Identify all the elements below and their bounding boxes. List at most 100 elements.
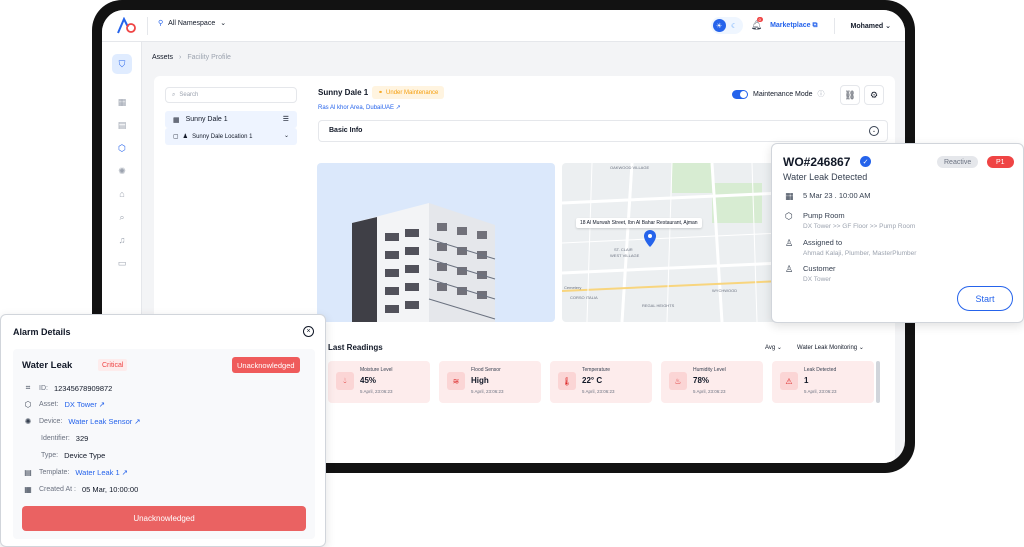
marketplace-link[interactable]: Marketplace ⧉: [770, 22, 817, 30]
waves-icon: ≋: [447, 372, 465, 390]
work-order-type-badge: Reactive: [937, 156, 979, 168]
notifications-bell-icon[interactable]: 🔔︎ 0: [751, 17, 763, 31]
location-map[interactable]: 18 Al Murwah Street, Ibn Al Bahar Restau…: [562, 163, 782, 322]
search-placeholder: Search: [179, 92, 199, 98]
chevron-right-icon: ›: [179, 54, 182, 61]
alarm-type-row: Type: Device Type: [41, 451, 106, 460]
building-illustration: [352, 203, 496, 322]
map-place-label: ST. CLAIR: [614, 247, 633, 252]
home-icon[interactable]: ⌂: [112, 184, 132, 204]
work-order-date: ▦ 5 Mar 23 . 10:00 AM: [785, 191, 871, 201]
readings-scrollbar[interactable]: [876, 361, 880, 403]
bell-outline-icon[interactable]: ♫: [112, 230, 132, 250]
alarm-identifier-row: Identifier: 329: [41, 434, 89, 443]
person-icon: ♙: [785, 238, 794, 248]
menu-icon[interactable]: ☰: [283, 115, 289, 123]
basic-info-section[interactable]: Basic Info ⌄: [318, 120, 888, 142]
notification-count-badge: 0: [756, 17, 763, 22]
chip-icon: ✺: [24, 417, 32, 426]
unlink-button[interactable]: ⛓: [840, 85, 860, 105]
document-icon[interactable]: ▭: [112, 253, 132, 273]
tree-search-input[interactable]: ⌕ Search: [165, 87, 297, 103]
shield-icon[interactable]: ⛉: [112, 54, 132, 74]
map-place-label: CORSO ITALIA: [570, 295, 598, 300]
calendar-icon: ▦: [785, 191, 794, 201]
monitoring-select[interactable]: Water Leak Monitoring ⌄: [797, 344, 864, 351]
asset-title: Sunny Dale 1: [318, 88, 369, 97]
unacknowledged-button[interactable]: Unacknowledged: [22, 506, 306, 531]
start-button[interactable]: Start: [957, 286, 1013, 311]
namespace-label: All Namespace: [168, 19, 216, 27]
alarm-title: Water Leak: [22, 360, 73, 371]
thermometer-icon: 🌡︎: [558, 372, 576, 390]
map-place-label: REGAL HEIGHTS: [642, 303, 675, 308]
alarm-device-row: ✺ Device: Water Leak Sensor ↗: [24, 417, 141, 426]
alarm-created-row: ▦ Created At : 05 Mar, 10:00:00: [24, 485, 139, 494]
work-order-card: WO#246867 ✓ Reactive P1 Water Leak Detec…: [771, 143, 1024, 323]
breadcrumb-assets[interactable]: Assets: [152, 54, 173, 61]
template-icon: ▤: [24, 468, 32, 477]
device-link[interactable]: Water Leak Sensor ↗: [68, 417, 140, 426]
search-doc-icon[interactable]: ⌕: [112, 207, 132, 227]
cube-icon[interactable]: ⬡: [112, 138, 132, 158]
user-menu[interactable]: Mohamed ⌄: [851, 22, 892, 30]
status-badge: ⚭ Under Maintenance: [372, 86, 445, 99]
chevron-down-icon[interactable]: ⌄: [284, 132, 289, 139]
reading-card-flood[interactable]: ≋ Flood Sensor High 5 April, 23:06:23: [439, 361, 541, 403]
person-icon: ♟: [182, 134, 189, 140]
alarm-details-panel: Alarm Details × Water Leak Critical Unac…: [0, 314, 326, 547]
link-icon: ⚭: [378, 90, 384, 96]
last-readings-title: Last Readings: [328, 343, 383, 352]
tree-item-sunny-dale-1[interactable]: ▦ Sunny Dale 1 ☰: [165, 111, 297, 128]
toggle-switch[interactable]: [732, 89, 748, 99]
reading-card-humidity[interactable]: ♨ Humidity Level 78% 5 April, 23:06:23: [661, 361, 763, 403]
namespace-selector[interactable]: ⚲ All Namespace ⌄: [158, 19, 227, 28]
chevron-down-icon[interactable]: ⌄: [869, 126, 879, 136]
priority-badge: P1: [987, 156, 1014, 168]
reading-card-moisture[interactable]: 💧︎ Moisture Level 45% 5 April, 23:06:23: [328, 361, 430, 403]
layers-icon[interactable]: ▤: [112, 115, 132, 135]
settings-button[interactable]: ⚙: [864, 85, 884, 105]
cube-icon: ⬡: [24, 400, 32, 409]
app-logo: [117, 17, 136, 34]
unlink-icon: ⛓: [844, 89, 856, 100]
map-place-label: WYCHWOOD: [712, 288, 738, 293]
dashboard-icon[interactable]: ▦: [112, 92, 132, 112]
moon-icon[interactable]: ☾: [728, 19, 741, 32]
external-link-icon: ⧉: [812, 21, 818, 29]
building-photo: [317, 163, 555, 322]
maintenance-mode-toggle[interactable]: Maintenance Mode ⓘ: [732, 89, 825, 99]
sun-icon[interactable]: ☀: [712, 19, 726, 32]
droplet-icon: 💧︎: [336, 372, 354, 390]
aggregation-select[interactable]: Avg ⌄: [765, 344, 782, 351]
alarm-state-badge: Unacknowledged: [232, 357, 300, 373]
asset-link[interactable]: DX Tower ↗: [64, 400, 105, 409]
close-icon[interactable]: ×: [303, 326, 314, 337]
chip-icon[interactable]: ✺: [112, 161, 132, 181]
info-icon[interactable]: ⓘ: [818, 89, 825, 99]
chevron-down-icon: ⌄: [885, 22, 891, 30]
alarm-body: Water Leak Critical Unacknowledged ⌗ ID:…: [13, 349, 315, 539]
template-link[interactable]: Water Leak 1 ↗: [75, 468, 128, 477]
map-place-label: OAKWOOD VILLAGE: [610, 165, 650, 170]
asset-address-link[interactable]: Ras Al khor Area, DubaiUAE ↗: [318, 104, 401, 111]
reading-card-leak[interactable]: ⚠ Leak Detected 1 5 April, 23:06:23: [772, 361, 874, 403]
search-icon: ⌕: [172, 91, 176, 98]
cube-icon: ⬡: [785, 211, 793, 221]
map-place-label: WEST VILLAGE: [610, 253, 640, 258]
work-order-title: Water Leak Detected: [783, 172, 868, 182]
calendar-icon: ▦: [24, 485, 32, 494]
alarm-template-row: ▤ Template: Water Leak 1 ↗: [24, 468, 129, 477]
map-address-label: 18 Al Murwah Street, Ibn Al Bahar Restau…: [576, 218, 702, 228]
reading-card-temperature[interactable]: 🌡︎ Temperature 22° C 5 April, 23:06:23: [550, 361, 652, 403]
work-order-customer: ♙ Customer DX Tower: [785, 264, 836, 283]
chevron-down-icon: ⌄: [220, 20, 227, 27]
gear-icon: ⚙: [869, 89, 879, 100]
building-icon: ▦: [173, 116, 180, 124]
tree-item-sunny-dale-location-1[interactable]: ▢ ♟ Sunny Dale Location 1 ⌄: [165, 128, 297, 145]
divider: [833, 17, 835, 34]
breadcrumb-current: Facility Profile: [187, 54, 231, 61]
map-place-label: Cemetery: [564, 285, 582, 290]
theme-toggle[interactable]: ☀ ☾: [710, 17, 743, 34]
checkbox-icon[interactable]: ▢: [173, 133, 179, 140]
